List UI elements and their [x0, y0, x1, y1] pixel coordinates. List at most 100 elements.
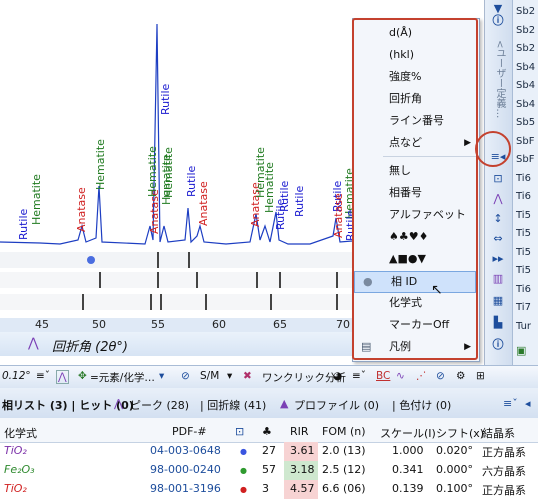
tab-peaks[interactable]: ピーク (28) [130, 397, 189, 413]
search-match-icon[interactable]: ⊘ [181, 370, 190, 382]
chart-icon[interactable]: ▙ [488, 314, 508, 332]
col-shift[interactable]: シフト(x) [436, 425, 484, 441]
marker-toggle-icon[interactable]: ≡ˇ [36, 370, 50, 382]
bc-icon[interactable]: BC [376, 370, 390, 382]
list-item[interactable]: Ti5 [516, 247, 531, 258]
dropdown-icon[interactable]: ▾ [159, 370, 164, 382]
user-defined-tab[interactable]: <ユーザー定義… [492, 40, 507, 118]
zoom-box-icon[interactable]: ⊡ [488, 170, 508, 188]
stripe-line [188, 252, 190, 268]
menu-item-angle[interactable]: 回折角 [353, 89, 477, 109]
horizontal-arrows-icon[interactable]: ⇔ [488, 230, 508, 248]
list-item[interactable]: Ti6 [516, 284, 531, 295]
cell-formula: TiO₂ [4, 482, 27, 495]
tab-lines[interactable]: | 回折線 (41) [200, 397, 266, 413]
cell-scale: 1.000 [392, 444, 424, 457]
menu-item-alphabet[interactable]: アルファベット [353, 205, 477, 225]
list-item[interactable]: Sb4 [516, 62, 535, 73]
menu-item-d[interactable]: d(Å) [353, 23, 477, 43]
col-marker-icon[interactable]: ⊡ [235, 425, 244, 438]
x-axis: 45 50 55 60 65 70 [0, 318, 352, 332]
forward-icon[interactable]: ▸▸ [488, 250, 508, 268]
tab-color[interactable]: | 色付け (0) [392, 397, 451, 413]
tab-scroll-icon[interactable]: ◂ [525, 397, 531, 410]
menu-item-marker-off[interactable]: マーカーOff [353, 315, 477, 335]
search-icon[interactable]: ⊘ [436, 370, 445, 382]
table-row[interactable]: TiO₂ 04-003-0648 ● 27 3.61 2.0 (13) 1.000 0.020… [0, 442, 538, 461]
menu-item-none[interactable]: 無し [353, 161, 477, 181]
table-row[interactable]: Fe₂O₃ 98-000-0240 ● 57 3.18 2.5 (12) 0.341 0.00… [0, 461, 538, 480]
pattern-chart[interactable]: Rutile Hematite Anatase Hematite Anatase Hema… [0, 0, 357, 332]
menu-item-shapes[interactable]: ▲■●▼ [353, 249, 477, 269]
peak-label: Hematite [30, 174, 43, 225]
vertical-arrows-icon[interactable]: ↕ [488, 210, 508, 228]
element-filter[interactable]: =元素/化学… [90, 370, 155, 385]
list-item[interactable]: Ti6 [516, 191, 531, 202]
stripes-icon[interactable]: ▦ [488, 292, 508, 310]
list-item[interactable]: Ti5 [516, 228, 531, 239]
menu-item-line-number[interactable]: ライン番号 [353, 111, 477, 131]
list-item[interactable]: Sb2 [516, 43, 535, 54]
col-pdf[interactable]: PDF-# [172, 425, 207, 438]
bars-icon[interactable]: ▥ [488, 270, 508, 288]
list-item[interactable]: Sb5 [516, 117, 535, 128]
clear-icon[interactable]: ✖ [243, 370, 252, 382]
color-icon[interactable]: ◕ [333, 370, 342, 382]
peak-toggle-icon[interactable]: ⋀ [56, 370, 69, 384]
info-icon[interactable]: ⓘ [488, 336, 508, 354]
list-item[interactable]: Ti5 [516, 210, 531, 221]
list-item[interactable]: Sb2 [516, 6, 535, 17]
menu-item-points[interactable]: 点など ▶ [353, 133, 477, 153]
menu-item-phase-id[interactable]: ● 相 ID ↖ [354, 271, 476, 298]
scroll-icon[interactable]: ▣ [516, 344, 526, 357]
cell-fom: 6.6 (06) [322, 482, 366, 495]
sm-dropdown-icon[interactable]: ▾ [227, 370, 232, 382]
list-item[interactable]: Ti5 [516, 265, 531, 276]
x-tick: 60 [212, 318, 226, 331]
peak-icon[interactable]: ⋀ [488, 190, 508, 208]
cell-pdf: 98-000-0240 [150, 463, 221, 476]
menu-item-phase-number[interactable]: 相番号 [353, 183, 477, 203]
menu-item-formula[interactable]: 化学式 [353, 293, 477, 313]
list-item[interactable]: Ti6 [516, 173, 531, 184]
stripe-line [82, 294, 84, 310]
fit-icon[interactable]: ⋰ [416, 370, 427, 382]
tab-menu-icon[interactable]: ≡ˇ [503, 397, 518, 410]
cell-n: 3 [262, 482, 269, 495]
phase-color-dot: ● [240, 447, 247, 456]
candidate-list[interactable]: Sb2 Sb2 Sb2 Sb4 Sb4 Sb4 Sb5 SbF SbF Ti6 Ti6 Ti5 Ti5 T… [512, 0, 538, 365]
stripe-line [270, 294, 272, 310]
table-row[interactable]: TiO₂ 98-001-3196 ● 3 4.57 6.6 (06) 0.139 0.100°… [0, 480, 538, 499]
col-rir[interactable]: RIR [290, 425, 309, 438]
menu-item-intensity[interactable]: 強度% [353, 67, 477, 87]
cell-system: 正方晶系 [482, 484, 526, 497]
list-item[interactable]: Sb2 [516, 25, 535, 36]
list-item[interactable]: Ti7 [516, 302, 531, 313]
menu-item-card-suits[interactable]: ♠♣♥♦ [353, 227, 477, 247]
col-formula[interactable]: 化学式 [4, 425, 37, 441]
menu-item-hkl[interactable]: (hkl) [353, 45, 477, 65]
list-item[interactable]: Sb4 [516, 80, 535, 91]
stripe-line [99, 272, 101, 288]
element-filter-icon[interactable]: ✥ [78, 370, 87, 382]
list-item[interactable]: SbF [516, 136, 534, 147]
sm-button[interactable]: S/M [200, 370, 219, 382]
list-icon[interactable]: ≡ˇ [352, 370, 366, 382]
grid-icon[interactable]: ⊞ [476, 370, 485, 382]
settings-icon[interactable]: ⚙ [456, 370, 465, 382]
peak-label: Hematite [162, 147, 175, 198]
list-item[interactable]: SbF [516, 154, 534, 165]
menu-item-legend[interactable]: ▤ 凡例 ▶ [353, 337, 477, 357]
info-icon[interactable]: ⓘ [488, 12, 508, 30]
peak-label: Rutile [293, 185, 306, 217]
list-item[interactable]: Tur [516, 321, 531, 332]
cell-scale: 0.139 [392, 482, 424, 495]
tab-profile[interactable]: プロファイル (0) [294, 397, 379, 413]
angle-value[interactable]: 0.12° [2, 370, 31, 382]
col-fom[interactable]: FOM (n) [322, 425, 366, 438]
col-system[interactable]: 結晶系 [482, 425, 515, 441]
smooth-icon[interactable]: ∿ [396, 370, 405, 382]
col-club-icon[interactable]: ♣ [262, 425, 272, 438]
list-item[interactable]: Sb4 [516, 99, 535, 110]
col-scale[interactable]: スケール(I) [380, 425, 436, 441]
